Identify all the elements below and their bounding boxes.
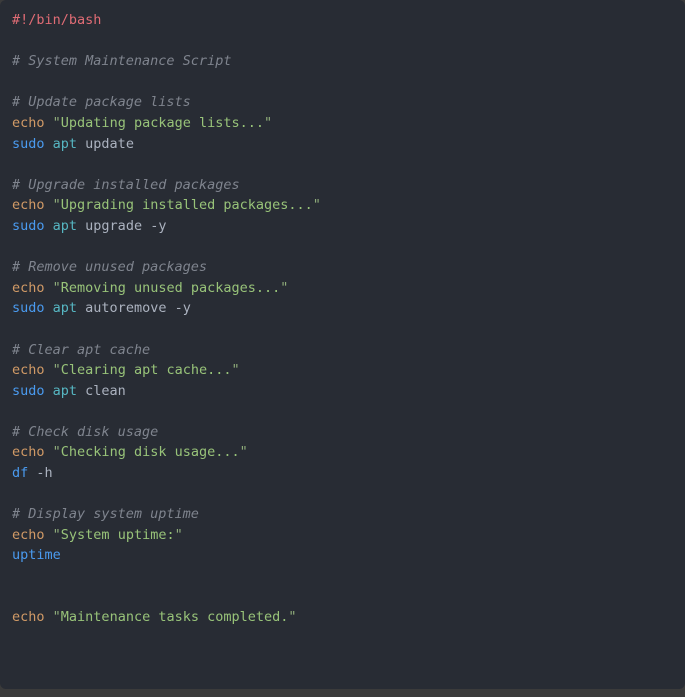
code-token-quote: " xyxy=(312,197,321,214)
code-line: sudo apt clean xyxy=(12,381,673,402)
code-token-quote: " xyxy=(264,114,273,131)
code-token-string: Removing unused packages... xyxy=(60,279,281,296)
code-line: echo "Updating package lists..." xyxy=(12,113,673,134)
code-token-quote: " xyxy=(239,444,248,461)
code-line: # Clear apt cache xyxy=(12,340,673,361)
code-line: echo "Maintenance tasks completed." xyxy=(12,607,673,628)
code-token-keyword: uptime xyxy=(12,547,61,564)
code-line: sudo apt upgrade -y xyxy=(12,216,673,237)
code-token-command: apt xyxy=(52,217,78,234)
code-token-plain: autoremove -y xyxy=(77,300,191,317)
code-token-builtin: echo xyxy=(12,609,45,626)
code-line: echo "Checking disk usage..." xyxy=(12,442,673,463)
code-token-quote: " xyxy=(288,609,297,626)
code-token-builtin: echo xyxy=(12,114,45,131)
code-token-string: Clearing apt cache... xyxy=(60,362,232,379)
code-line: echo "Removing unused packages..." xyxy=(12,278,673,299)
code-token-quote: " xyxy=(52,609,61,626)
code-token-command: apt xyxy=(52,135,78,152)
code-token-comment: # Clear apt cache xyxy=(12,341,151,358)
code-token-plain: upgrade -y xyxy=(77,217,167,234)
code-token-keyword: sudo xyxy=(12,300,45,317)
code-line: # Check disk usage xyxy=(12,422,673,443)
code-line: echo "Clearing apt cache..." xyxy=(12,360,673,381)
code-token-builtin: echo xyxy=(12,279,45,296)
code-token-quote: " xyxy=(52,526,61,543)
code-line: df -h xyxy=(12,463,673,484)
bash-code-block[interactable]: #!/bin/bash # System Maintenance Script … xyxy=(0,0,685,689)
code-token-keyword: sudo xyxy=(12,217,45,234)
code-token-string: System uptime: xyxy=(60,526,175,543)
code-token-plain: update xyxy=(77,135,134,152)
code-token-keyword: sudo xyxy=(12,135,45,152)
code-line: # Upgrade installed packages xyxy=(12,175,673,196)
code-token-quote: " xyxy=(174,526,183,543)
code-line: # Display system uptime xyxy=(12,504,673,525)
code-token-comment: # Remove unused packages xyxy=(12,259,208,276)
code-line: uptime xyxy=(12,545,673,566)
code-token-quote: " xyxy=(52,114,61,131)
code-token-string: Upgrading installed packages... xyxy=(60,197,313,214)
code-token-comment: # Upgrade installed packages xyxy=(12,176,240,193)
code-line: echo "System uptime:" xyxy=(12,525,673,546)
code-token-quote: " xyxy=(231,362,240,379)
code-token-string: Updating package lists... xyxy=(60,114,264,131)
code-token-builtin: echo xyxy=(12,526,45,543)
code-token-command: apt xyxy=(52,300,78,317)
code-line: sudo apt update xyxy=(12,134,673,155)
code-token-shebang: #!/bin/bash xyxy=(12,12,102,28)
code-line: # Remove unused packages xyxy=(12,257,673,278)
code-token-builtin: echo xyxy=(12,444,45,461)
code-token-string: Checking disk usage... xyxy=(60,444,240,461)
code-token-builtin: echo xyxy=(12,197,45,214)
code-token-quote: " xyxy=(52,279,61,296)
code-token-quote: " xyxy=(52,362,61,379)
code-line: # Update package lists xyxy=(12,92,673,113)
code-token-quote: " xyxy=(52,197,61,214)
code-token-command: apt xyxy=(52,382,78,399)
code-token-quote: " xyxy=(52,444,61,461)
code-line: sudo apt autoremove -y xyxy=(12,298,673,319)
code-line: echo "Upgrading installed packages..." xyxy=(12,195,673,216)
code-token-string: Maintenance tasks completed. xyxy=(60,609,289,626)
code-token-plain: -h xyxy=(28,465,53,482)
code-token-comment: # Display system uptime xyxy=(12,506,199,523)
code-token-keyword: sudo xyxy=(12,382,45,399)
code-token-comment: # Update package lists xyxy=(12,94,191,111)
code-line: #!/bin/bash xyxy=(12,10,673,31)
code-token-builtin: echo xyxy=(12,362,45,379)
code-token-plain: clean xyxy=(77,382,126,399)
code-token-comment: # System Maintenance Script xyxy=(12,53,232,70)
code-listing[interactable]: #!/bin/bash # System Maintenance Script … xyxy=(12,10,673,628)
code-token-comment: # Check disk usage xyxy=(12,423,159,440)
code-token-quote: " xyxy=(280,279,289,296)
code-line: # System Maintenance Script xyxy=(12,51,673,72)
code-token-keyword: df xyxy=(12,465,29,482)
